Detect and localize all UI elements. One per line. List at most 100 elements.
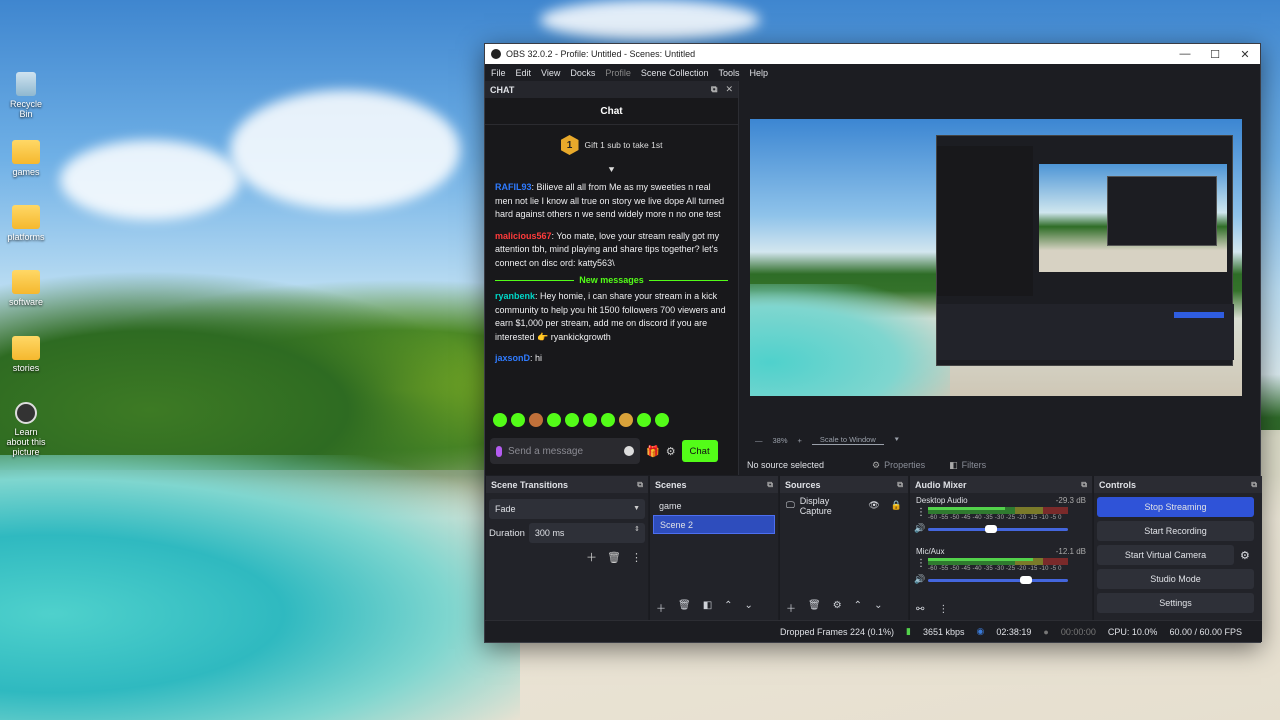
filters-icon: ◧ — [949, 459, 958, 470]
emote-icon[interactable] — [511, 413, 525, 427]
link-icon[interactable]: ⚯ — [916, 604, 924, 615]
emote-icon[interactable] — [655, 413, 669, 427]
desktop-icon-platforms[interactable]: platforms — [4, 205, 48, 242]
speaker-icon[interactable]: 🔊 — [914, 523, 925, 534]
emote-icon[interactable] — [601, 413, 615, 427]
desktop-icon-stories[interactable]: stories — [4, 336, 48, 373]
send-chat-button[interactable]: Chat — [681, 440, 718, 462]
trash-icon[interactable]: 🗑 — [607, 551, 621, 564]
scene-item[interactable]: game — [653, 496, 775, 515]
emote-icon[interactable] — [619, 413, 633, 427]
float-dock-icon[interactable]: ⧉ — [897, 480, 908, 490]
menu-file[interactable]: File — [491, 68, 506, 78]
emote-icon[interactable] — [547, 413, 561, 427]
move-down-icon[interactable]: ⌄ — [874, 600, 882, 615]
scene-item-selected[interactable]: Scene 2 — [653, 515, 775, 534]
zoom-level[interactable]: 38% — [773, 436, 788, 445]
menu-scene-collection[interactable]: Scene Collection — [641, 68, 709, 78]
scene-filters-icon[interactable]: ◧ — [703, 600, 712, 615]
float-dock-icon[interactable]: ⧉ — [1081, 480, 1092, 490]
studio-mode-button[interactable]: Studio Mode — [1097, 569, 1254, 589]
slider-knob[interactable] — [1020, 576, 1032, 584]
trash-icon[interactable]: 🗑 — [808, 600, 821, 615]
speaker-icon[interactable]: 🔊 — [914, 574, 925, 585]
float-dock-icon[interactable]: ⧉ — [1251, 480, 1262, 490]
dock-header: Scene Transitions ⧉ — [486, 476, 648, 493]
float-dock-icon[interactable]: ⧉ — [711, 84, 717, 95]
channel-menu-icon[interactable]: ⋮ — [916, 507, 926, 518]
duration-spinbox[interactable]: 300 ms ⇕ — [528, 523, 645, 543]
close-dock-icon[interactable]: ✕ — [725, 84, 733, 95]
dock-header: Controls ⧉ — [1094, 476, 1262, 493]
float-dock-icon[interactable]: ⧉ — [637, 480, 648, 490]
move-up-icon[interactable]: ⌃ — [724, 600, 732, 615]
emote-icon[interactable] — [583, 413, 597, 427]
program-preview[interactable] — [750, 119, 1242, 396]
float-dock-icon[interactable]: ⧉ — [767, 480, 778, 490]
properties-button[interactable]: ⚙ Properties — [866, 457, 931, 474]
channel-menu-icon[interactable]: ⋮ — [916, 558, 926, 569]
add-transition-icon[interactable]: ＋ — [586, 549, 597, 565]
more-options-icon[interactable]: ⋮ — [631, 551, 642, 564]
preview-area: — 38% + Scale to Window ⯆ No source sele… — [739, 81, 1260, 475]
menu-profile[interactable]: Profile — [605, 68, 631, 78]
close-button[interactable]: ✕ — [1230, 48, 1260, 61]
spin-arrows-icon[interactable]: ⇕ — [634, 525, 640, 533]
menu-view[interactable]: View — [541, 68, 560, 78]
chat-username[interactable]: ryanbenk — [495, 291, 535, 301]
trash-icon[interactable]: 🗑 — [678, 600, 691, 615]
start-virtual-camera-button[interactable]: Start Virtual Camera — [1097, 545, 1234, 565]
desktop-cloud — [60, 140, 240, 220]
add-source-icon[interactable]: ＋ — [786, 600, 796, 615]
gift-banner[interactable]: 1 Gift 1 sub to take 1st — [485, 125, 738, 165]
menu-docks[interactable]: Docks — [570, 68, 595, 78]
emote-icon[interactable] — [493, 413, 507, 427]
gift-icon[interactable]: 🎁 — [646, 445, 660, 458]
chevron-down-icon[interactable]: ⯆ — [894, 435, 900, 445]
menu-help[interactable]: Help — [749, 68, 768, 78]
settings-button[interactable]: Settings — [1097, 593, 1254, 613]
source-toolbar: No source selected ⚙ Properties ◧ Filter… — [739, 455, 1260, 475]
collapse-chevron-icon[interactable]: ⯆ — [485, 165, 738, 179]
menu-edit[interactable]: Edit — [516, 68, 532, 78]
desktop-icon-games[interactable]: games — [4, 140, 48, 177]
emote-icon[interactable] — [529, 413, 543, 427]
desktop-icon-recycle-bin[interactable]: Recycle Bin — [4, 72, 48, 119]
filters-button[interactable]: ◧ Filters — [943, 457, 992, 474]
scale-mode-select[interactable]: Scale to Window — [811, 435, 884, 445]
desktop-icon-learn[interactable]: Learn about this picture — [4, 402, 48, 457]
mic-icon[interactable] — [496, 445, 502, 457]
zoom-in-button[interactable]: + — [798, 436, 802, 445]
move-down-icon[interactable]: ⌄ — [745, 600, 753, 615]
stop-streaming-button[interactable]: Stop Streaming — [1097, 497, 1254, 517]
volume-slider[interactable] — [928, 525, 1068, 533]
emote-icon[interactable] — [565, 413, 579, 427]
start-recording-button[interactable]: Start Recording — [1097, 521, 1254, 541]
new-messages-label: New messages — [579, 275, 644, 285]
chat-username[interactable]: RAFIL93 — [495, 182, 532, 192]
maximize-button[interactable]: ☐ — [1200, 48, 1230, 61]
chat-message-input[interactable]: Send a message — [490, 438, 640, 464]
transition-select[interactable]: Fade ▼ — [489, 499, 645, 519]
chat-username[interactable]: jaxsonD — [495, 353, 530, 363]
add-scene-icon[interactable]: ＋ — [656, 600, 666, 615]
desktop-icon-software[interactable]: software — [4, 270, 48, 307]
chat-username[interactable]: malicious567 — [495, 231, 552, 241]
volume-slider[interactable] — [928, 576, 1068, 584]
lock-icon[interactable]: 🔒 — [885, 500, 908, 511]
move-up-icon[interactable]: ⌃ — [854, 600, 862, 615]
zoom-out-button[interactable]: — — [755, 436, 763, 445]
gear-icon[interactable]: ⚙ — [833, 600, 842, 615]
menu-tools[interactable]: Tools — [718, 68, 739, 78]
more-options-icon[interactable]: ⋮ — [938, 604, 948, 615]
slider-knob[interactable] — [985, 525, 997, 533]
gear-icon[interactable]: ⚙ — [666, 445, 676, 458]
source-item[interactable]: 🖵 Display Capture 👁 🔒 — [780, 496, 908, 516]
gear-icon[interactable]: ⚙ — [1240, 549, 1250, 562]
emote-icon[interactable] — [637, 413, 651, 427]
title-bar[interactable]: OBS 32.0.2 - Profile: Untitled - Scenes:… — [485, 44, 1260, 64]
minimize-button[interactable]: — — [1170, 48, 1200, 61]
visibility-eye-icon[interactable]: 👁 — [868, 500, 879, 511]
emoji-icon[interactable] — [624, 446, 634, 456]
meter-ticks: -60 -55 -50 -45 -40 -35 -30 -25 -20 -15 … — [928, 515, 1062, 521]
